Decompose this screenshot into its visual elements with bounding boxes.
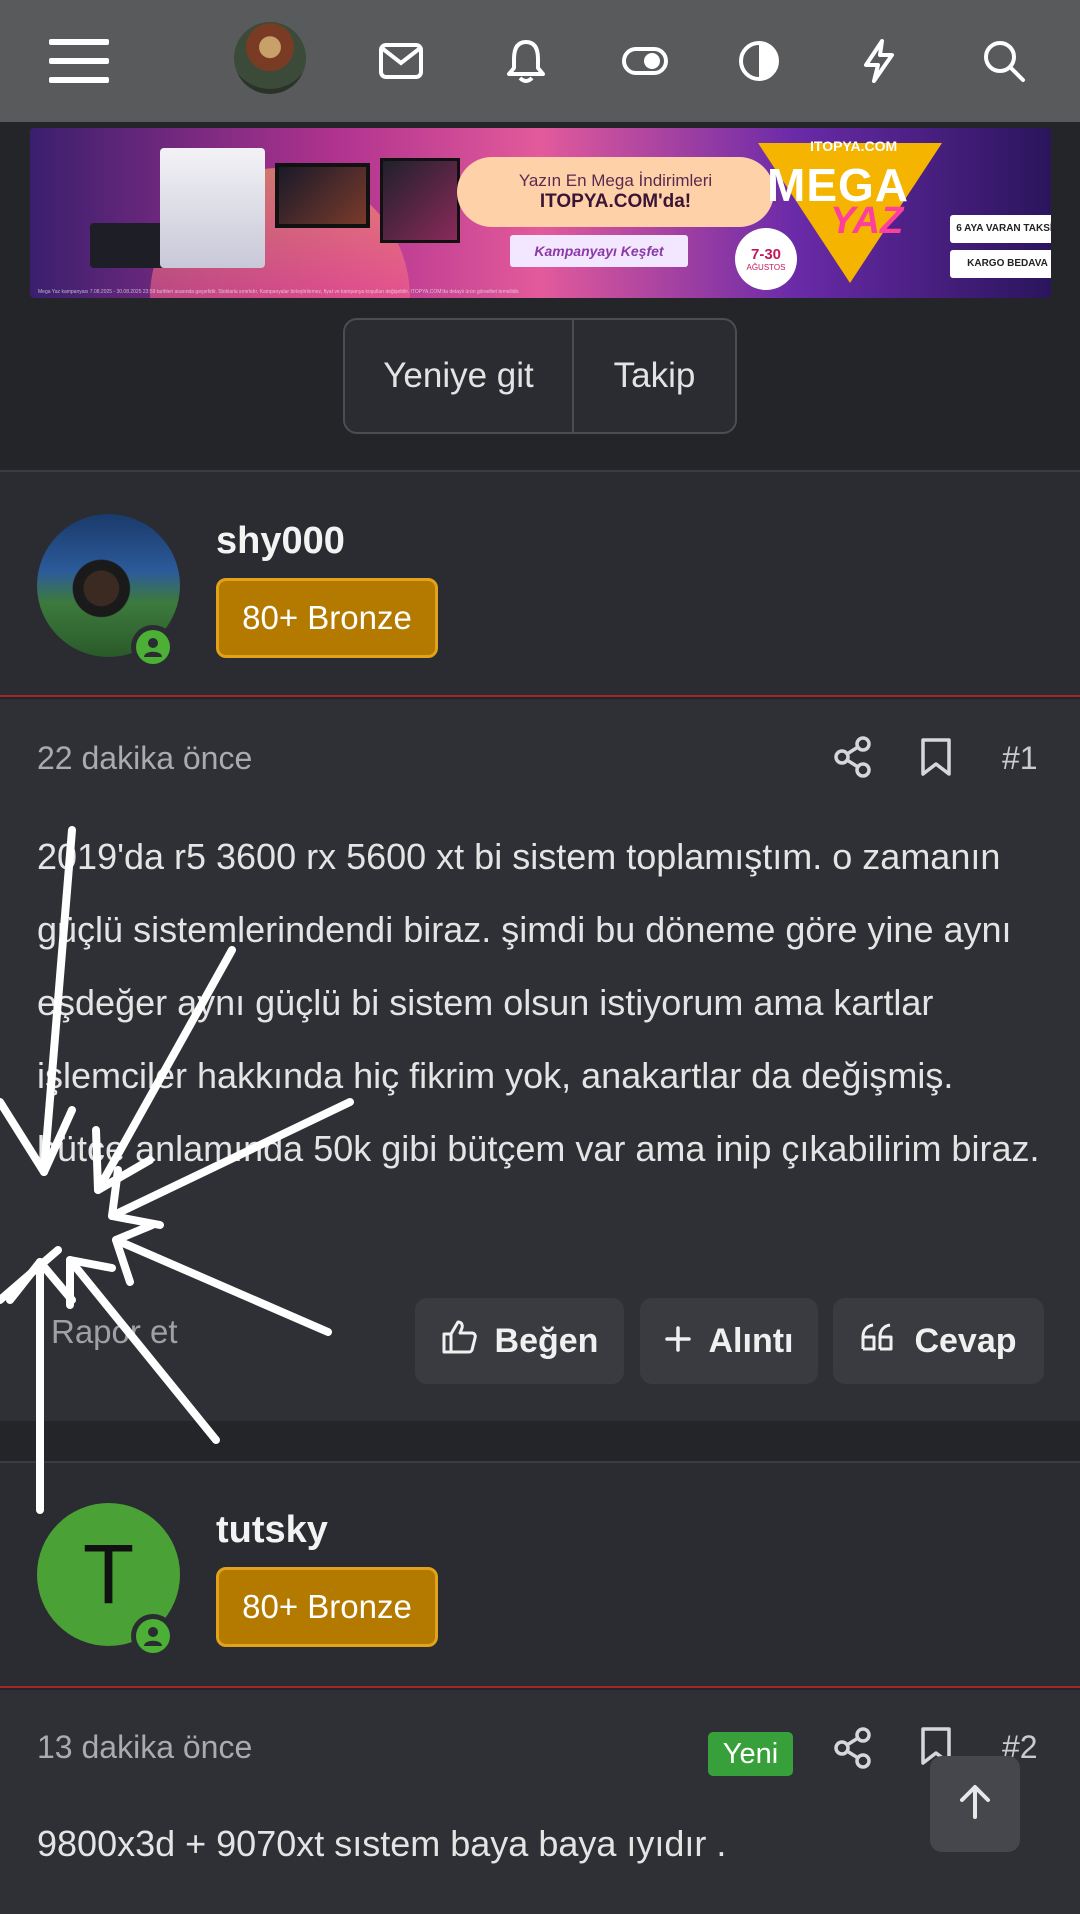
share-icon[interactable] [833, 1727, 873, 1774]
goto-new-button[interactable]: Yeniye git [345, 320, 574, 432]
banner-installment-tag: 6 AYA VARAN TAKSİT [950, 215, 1051, 243]
like-label: Beğen [494, 1321, 599, 1360]
online-status-icon [131, 625, 175, 669]
reply-label: Cevap [914, 1321, 1017, 1360]
quote-button[interactable]: Alıntı [640, 1298, 818, 1384]
post-content: 9800x3d + 9070xt sıstem baya baya ıyıdır… [37, 1823, 727, 1864]
banner-gpu-graphic [90, 223, 170, 268]
new-badge: Yeni [708, 1732, 793, 1776]
top-navigation-bar [0, 0, 1080, 122]
search-icon[interactable] [969, 26, 1039, 96]
post-content: 2019'da r5 3600 rx 5600 xt bi sistem top… [37, 836, 1040, 1169]
author-username[interactable]: shy000 [216, 520, 345, 563]
scroll-to-top-button[interactable] [930, 1756, 1020, 1852]
quote-label: Alıntı [708, 1321, 794, 1360]
thumbs-up-icon [441, 1319, 477, 1364]
banner-site-label: ITOPYA.COM [810, 138, 898, 154]
post-body: 13 dakika önce Yeni #2 9800x3d + 9070xt … [0, 1690, 1080, 1914]
post-timestamp[interactable]: 13 dakika önce [37, 1729, 252, 1766]
post-body: 22 dakika önce #1 2019'da r5 3600 rx 560… [0, 699, 1080, 1421]
online-status-icon [131, 1614, 175, 1658]
banner-laptop-graphic [380, 158, 460, 243]
quote-mark-icon [860, 1322, 896, 1361]
post-timestamp[interactable]: 22 dakika önce [37, 740, 252, 777]
report-link[interactable]: Rapor et [51, 1313, 178, 1351]
reply-button[interactable]: Cevap [833, 1298, 1044, 1384]
banner-date-month: AĞUSTOS [746, 263, 786, 272]
contrast-icon[interactable] [724, 26, 794, 96]
banner-headline: Yazın En Mega İndirimleri ITOPYA.COM'da! [457, 157, 774, 227]
banner-pc-case-graphic [160, 148, 265, 268]
banner-monitor-graphic [275, 163, 370, 228]
post-author-block: shy000 80+ Bronze [0, 472, 1080, 697]
bookmark-icon[interactable] [920, 737, 952, 782]
toggle-icon[interactable] [610, 26, 680, 96]
rank-badge: 80+ Bronze [216, 1567, 438, 1647]
banner-cta-button[interactable]: Kampanyayı Keşfet [510, 235, 688, 267]
banner-yaz-text: YAZ [830, 200, 904, 242]
hamburger-icon[interactable] [44, 26, 114, 96]
arrow-up-icon [956, 1783, 994, 1826]
rank-badge: 80+ Bronze [216, 578, 438, 658]
banner-date-range: 7-30 [750, 246, 782, 263]
banner-headline-line1: Yazın En Mega İndirimleri [518, 171, 713, 190]
post-number[interactable]: #1 [1002, 740, 1038, 777]
post-author-block: T tutsky 80+ Bronze [0, 1463, 1080, 1688]
follow-button[interactable]: Takip [574, 320, 735, 432]
banner-shipping-tag: KARGO BEDAVA [950, 250, 1051, 278]
like-button[interactable]: Beğen [415, 1298, 624, 1384]
share-icon[interactable] [833, 736, 873, 783]
bell-icon[interactable] [491, 26, 561, 96]
banner-date-badge: 7-30 AĞUSTOS [735, 228, 797, 290]
plus-icon [664, 1322, 691, 1361]
thread-button-group: Yeniye git Takip [343, 318, 737, 434]
banner-headline-line2: ITOPYA.COM'da! [539, 191, 692, 212]
promo-banner[interactable]: Yazın En Mega İndirimleri ITOPYA.COM'da!… [30, 128, 1051, 298]
lightning-icon[interactable] [844, 26, 914, 96]
user-avatar[interactable] [234, 22, 306, 94]
mail-icon[interactable] [366, 26, 436, 96]
author-username[interactable]: tutsky [216, 1509, 328, 1552]
banner-fine-print: Mega Yaz kampanyası 7.08.2025 - 30.08.20… [38, 289, 520, 295]
